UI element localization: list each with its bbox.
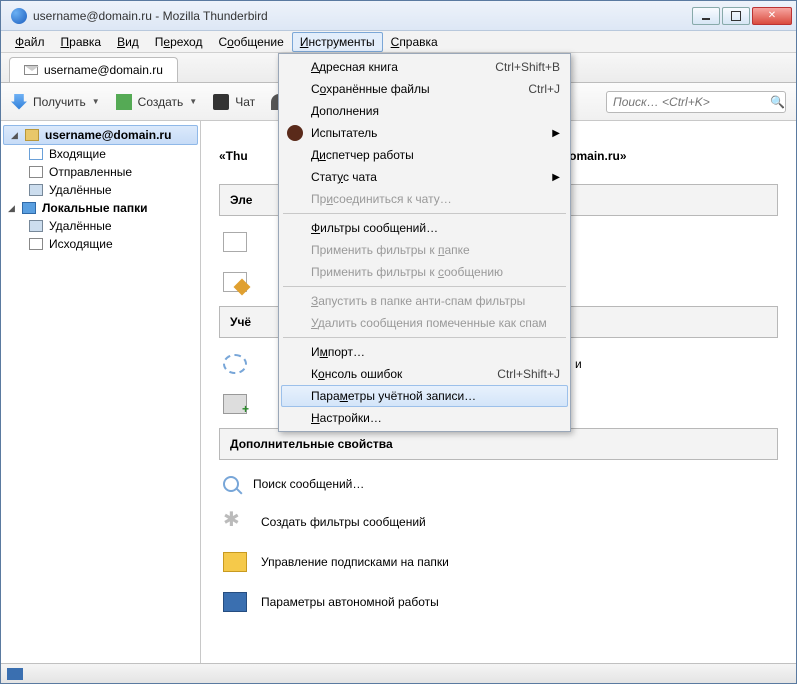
pencil-icon [116,94,132,110]
menu-item-saved-files[interactable]: Сохранённые файлы Ctrl+J [281,78,568,100]
menu-tools[interactable]: Инструменты [292,32,383,52]
sent-icon [29,166,43,178]
row-manage-subscriptions[interactable]: Управление подписками на папки [219,546,778,586]
menu-item-error-console[interactable]: Консоль ошибок Ctrl+Shift+J [281,363,568,385]
search-icon [223,476,239,492]
menu-item-apply-filters-message: Применить фильтры к сообщению [281,261,568,283]
bug-icon [287,125,303,141]
menu-item-activity[interactable]: Диспетчер работы [281,144,568,166]
menu-item-run-spam-filters: Запустить в папке анти-спам фильтры [281,290,568,312]
menu-item-message-filters[interactable]: Фильтры сообщений… [281,217,568,239]
menu-view[interactable]: Вид [109,32,147,52]
menu-item-import[interactable]: Импорт… [281,341,568,363]
menu-item-join-chat: Присоединиться к чату… [281,188,568,210]
chat-icon [213,94,229,110]
read-icon [223,232,247,252]
menu-go[interactable]: Переход [147,32,211,52]
minimize-button[interactable] [692,7,720,25]
offline-icon [223,592,247,612]
online-status-icon[interactable] [7,668,23,680]
menu-message[interactable]: Сообщение [210,32,291,52]
menu-file[interactable]: Файл [7,32,53,52]
chevron-down-icon: ▼ [92,97,100,106]
submenu-arrow-icon: ▶ [552,172,560,183]
twisty-icon[interactable]: ◢ [10,131,19,140]
download-icon [11,94,27,110]
title-bar: username@domain.ru - Mozilla Thunderbird [1,1,796,31]
compose-button[interactable]: Создать ▼ [116,94,198,110]
tab-label: username@domain.ru [44,63,163,77]
outbox-icon [29,238,43,250]
tree-account[interactable]: ◢ username@domain.ru [3,125,198,145]
twisty-icon[interactable]: ◢ [7,204,16,213]
tree-trash[interactable]: Удалённые [1,181,200,199]
row-create-filters[interactable]: ✱ Создать фильтры сообщений [219,506,778,546]
thunderbird-icon [11,8,27,24]
tab-account[interactable]: username@domain.ru [9,57,178,82]
trash-icon [29,220,43,232]
menu-item-delete-spam: Удалить сообщения помеченные как спам [281,312,568,334]
menu-item-account-settings[interactable]: Параметры учётной записи… [281,385,568,407]
search-icon: 🔍 [770,95,785,109]
inbox-icon [29,148,43,160]
menu-separator [283,213,566,214]
envelope-icon [24,65,38,75]
menu-bar: Файл Правка Вид Переход Сообщение Инстру… [1,31,796,53]
folder-tree: ◢ username@domain.ru Входящие Отправленн… [1,121,201,663]
search-box[interactable]: 🔍 [606,91,786,113]
get-mail-button[interactable]: Получить ▼ [11,94,100,110]
add-account-icon [223,394,247,414]
menu-item-apply-filters-folder: Применить фильтры к папке [281,239,568,261]
chevron-down-icon: ▼ [189,97,197,106]
tree-inbox[interactable]: Входящие [1,145,200,163]
search-input[interactable] [613,95,770,109]
account-icon [25,129,39,141]
menu-help[interactable]: Справка [383,32,446,52]
tools-menu-dropdown: Адресная книга Ctrl+Shift+B Сохранённые … [278,53,571,432]
close-button[interactable] [752,7,792,25]
folder-icon [223,552,247,572]
compose-icon [223,272,247,292]
row-search-messages[interactable]: Поиск сообщений… [219,470,778,506]
status-bar [1,663,796,683]
tree-local-folders[interactable]: ◢ Локальные папки [1,199,200,217]
filter-icon: ✱ [223,512,247,532]
menu-item-addressbook[interactable]: Адресная книга Ctrl+Shift+B [281,56,568,78]
tree-local-trash[interactable]: Удалённые [1,217,200,235]
row-offline-settings[interactable]: Параметры автономной работы [219,586,778,626]
menu-separator [283,286,566,287]
window-title: username@domain.ru - Mozilla Thunderbird [33,9,692,23]
tree-outbox[interactable]: Исходящие [1,235,200,253]
maximize-button[interactable] [722,7,750,25]
local-folders-icon [22,202,36,214]
menu-item-options[interactable]: Настройки… [281,407,568,429]
section-additional: Дополнительные свойства [219,428,778,460]
menu-edit[interactable]: Правка [53,32,110,52]
tree-sent[interactable]: Отправленные [1,163,200,181]
trash-icon [29,184,43,196]
menu-item-chat-status[interactable]: Статус чата ▶ [281,166,568,188]
menu-item-tester[interactable]: Испытатель ▶ [281,122,568,144]
menu-item-addons[interactable]: Дополнения [281,100,568,122]
chat-button[interactable]: Чат [213,94,255,110]
submenu-arrow-icon: ▶ [552,128,560,139]
gear-icon [223,354,247,374]
menu-separator [283,337,566,338]
